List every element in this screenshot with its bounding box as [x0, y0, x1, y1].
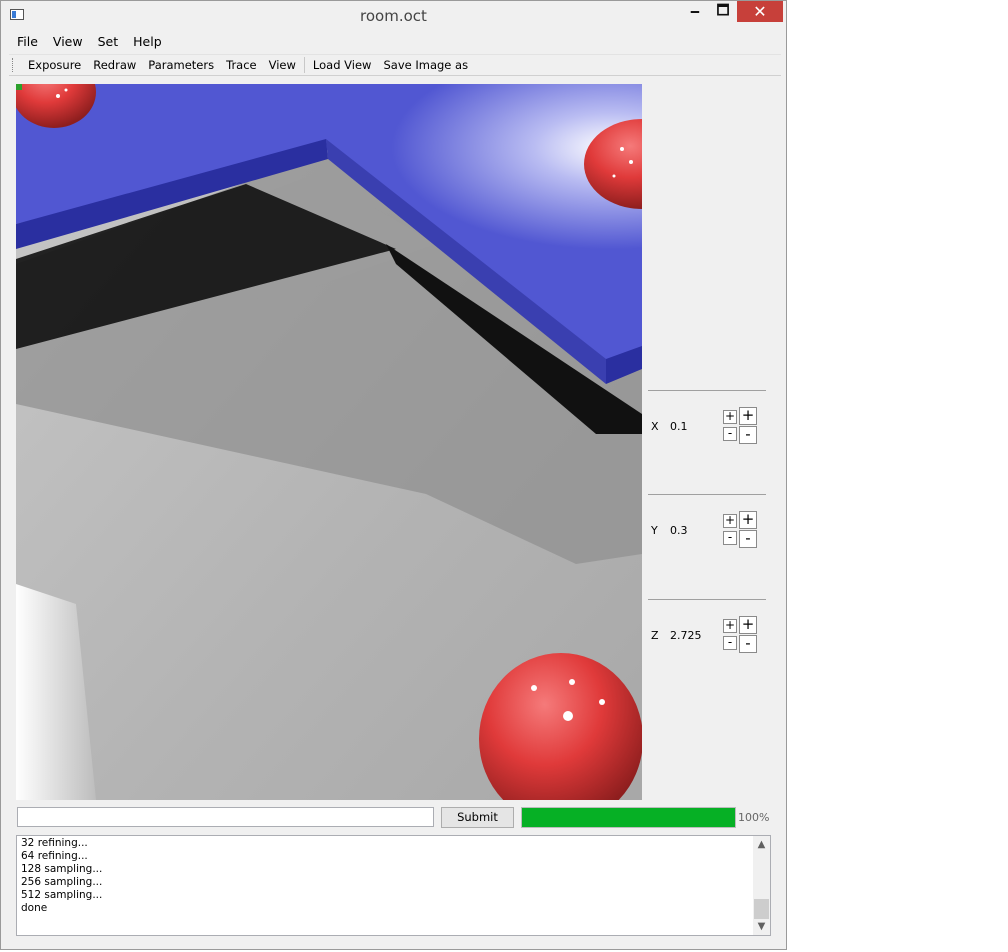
z-coordinate-panel: Z 2.725 + + - - — [648, 599, 766, 700]
exposure-button[interactable]: Exposure — [22, 58, 87, 72]
log-output[interactable]: 32 refining... 64 refining... 128 sampli… — [16, 835, 771, 936]
z-value: 2.725 — [670, 629, 702, 642]
maximize-button[interactable]: 🗖 — [709, 1, 737, 22]
command-input[interactable] — [17, 807, 434, 827]
menu-help[interactable]: Help — [125, 32, 169, 52]
z-decrement-button[interactable]: - — [739, 635, 757, 653]
load-view-button[interactable]: Load View — [307, 58, 378, 72]
progress-percent: 100% — [738, 811, 770, 824]
minimize-button[interactable]: 🗕 — [681, 1, 709, 22]
x-fine-decrement-button[interactable]: - — [723, 427, 737, 441]
redraw-button[interactable]: Redraw — [87, 58, 142, 72]
z-increment-button[interactable]: + — [739, 616, 757, 634]
close-button[interactable]: ✕ — [737, 1, 783, 22]
log-line: 64 refining... — [21, 850, 88, 862]
log-line: 512 sampling... — [21, 889, 103, 901]
toolbar: Exposure Redraw Parameters Trace View Lo… — [9, 54, 781, 76]
z-label: Z — [651, 629, 659, 642]
log-lines: 32 refining... 64 refining... 128 sampli… — [21, 837, 102, 915]
log-line: done — [21, 902, 48, 914]
origin-marker — [16, 84, 22, 90]
title-bar[interactable]: room.oct 🗕 🗖 ✕ — [1, 1, 786, 31]
y-fine-decrement-button[interactable]: - — [723, 531, 737, 545]
x-label: X — [651, 420, 659, 433]
parameters-button[interactable]: Parameters — [142, 58, 220, 72]
x-decrement-button[interactable]: - — [739, 426, 757, 444]
log-line: 32 refining... — [21, 837, 88, 849]
menu-view[interactable]: View — [45, 32, 90, 52]
toolbar-separator — [303, 57, 305, 73]
rendered-scene-image — [16, 84, 642, 800]
save-image-button[interactable]: Save Image as — [377, 58, 474, 72]
log-scrollbar[interactable]: ▲ ▼ — [753, 836, 770, 935]
window-title: room.oct — [360, 7, 427, 25]
menu-file[interactable]: File — [9, 32, 45, 52]
y-label: Y — [651, 524, 658, 537]
scroll-up-icon[interactable]: ▲ — [753, 836, 770, 853]
x-increment-button[interactable]: + — [739, 407, 757, 425]
menu-set[interactable]: Set — [90, 32, 126, 52]
y-decrement-button[interactable]: - — [739, 530, 757, 548]
progress-fill — [522, 808, 735, 827]
scroll-thumb[interactable] — [754, 899, 769, 919]
z-fine-increment-button[interactable]: + — [723, 619, 737, 633]
x-fine-increment-button[interactable]: + — [723, 410, 737, 424]
scroll-down-icon[interactable]: ▼ — [753, 918, 770, 935]
trace-button[interactable]: Trace — [220, 58, 263, 72]
render-view[interactable] — [16, 84, 642, 800]
y-value: 0.3 — [670, 524, 688, 537]
render-progress-bar — [521, 807, 736, 828]
y-fine-increment-button[interactable]: + — [723, 514, 737, 528]
x-value: 0.1 — [670, 420, 688, 433]
x-coordinate-panel: X 0.1 + + - - — [648, 390, 766, 491]
submit-button[interactable]: Submit — [441, 807, 514, 828]
y-increment-button[interactable]: + — [739, 511, 757, 529]
log-line: 128 sampling... — [21, 863, 103, 875]
menu-bar: File View Set Help — [9, 32, 781, 52]
toolbar-grip[interactable] — [12, 58, 16, 72]
z-fine-decrement-button[interactable]: - — [723, 636, 737, 650]
log-line: 256 sampling... — [21, 876, 103, 888]
view-button[interactable]: View — [263, 58, 302, 72]
y-coordinate-panel: Y 0.3 + + - - — [648, 494, 766, 595]
